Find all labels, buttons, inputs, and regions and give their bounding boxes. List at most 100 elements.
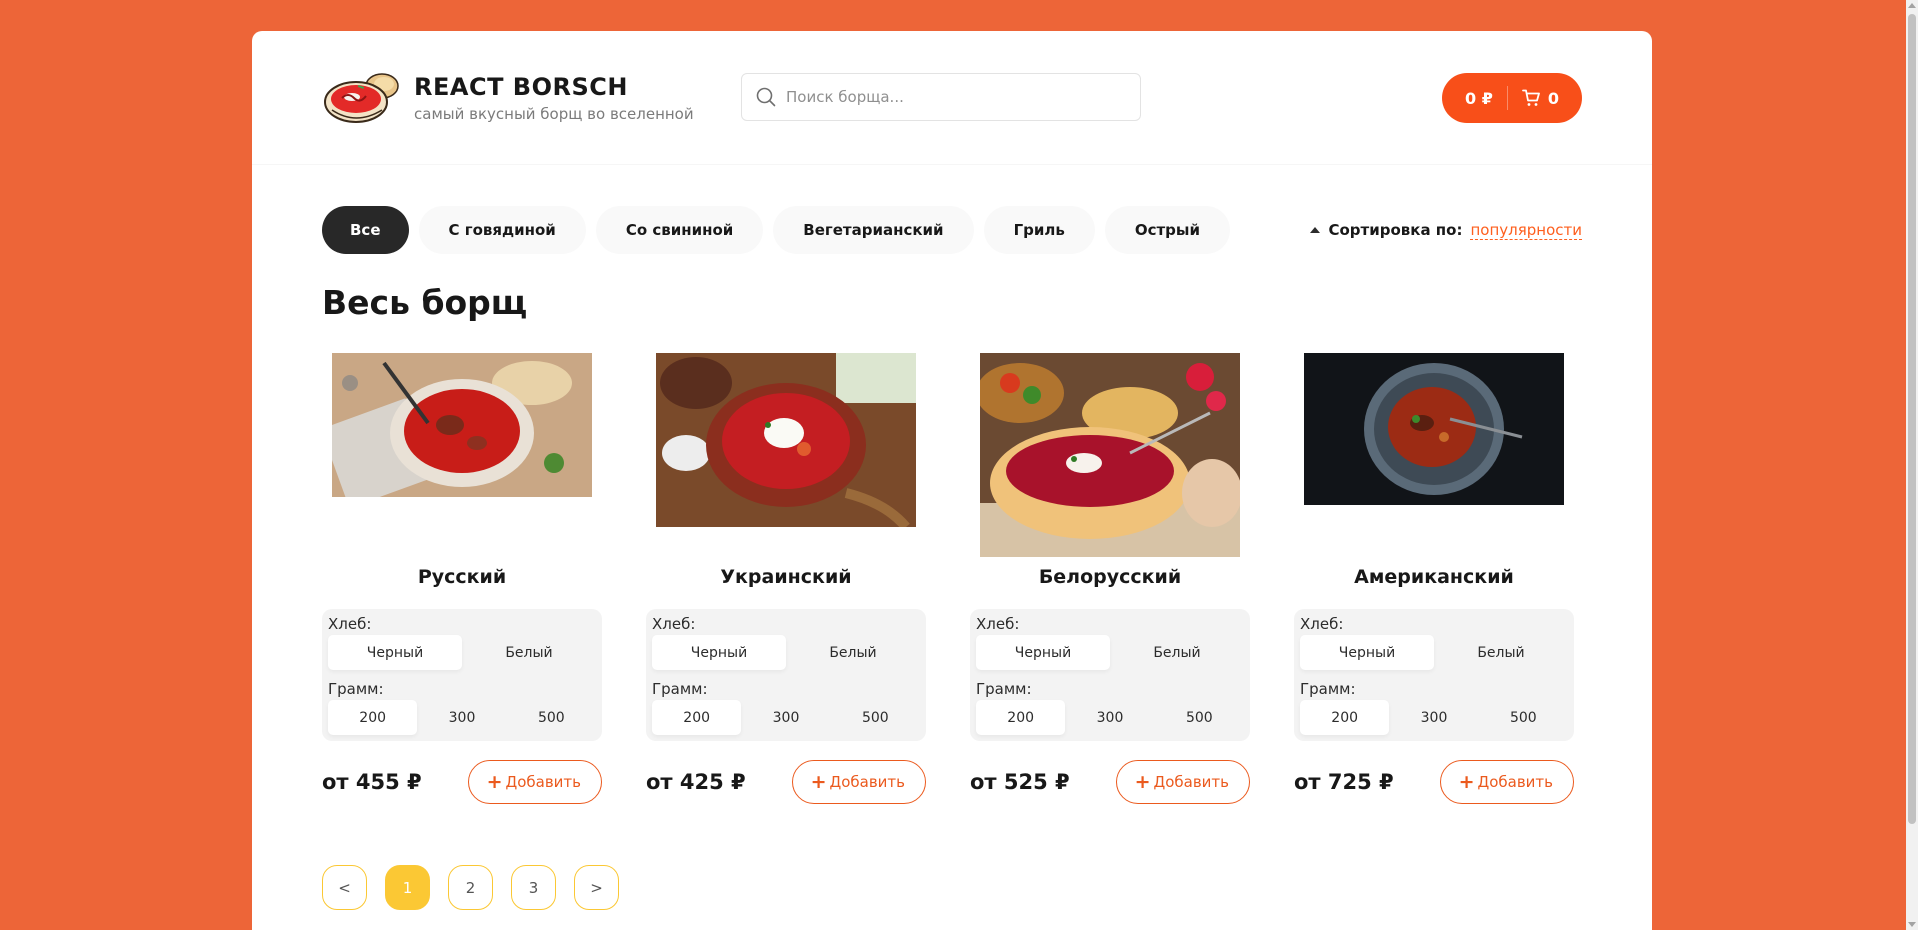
scrollbar-thumb[interactable] [1908,14,1916,824]
product-price: от 525 ₽ [970,770,1070,794]
add-to-cart-button[interactable]: + Добавить [1439,760,1574,804]
plus-icon: + [810,771,827,793]
product-card: Украинский Хлеб: Черный Белый Грамм: 200… [646,353,926,804]
pagination-next-button[interactable]: > [574,865,619,910]
page-scrollbar[interactable] [1906,0,1918,930]
add-to-cart-button[interactable]: + Добавить [1115,760,1250,804]
bread-white-option[interactable]: Белый [1434,635,1568,670]
product-name: Украинский [720,566,852,588]
plus-icon: + [1134,771,1151,793]
product-card: Белорусский Хлеб: Черный Белый Грамм: 20… [970,353,1250,804]
product-image [332,353,592,557]
gram-label: Грамм: [652,680,708,698]
pagination-page-2[interactable]: 2 [448,865,493,910]
belarusian-borsch-image [980,353,1240,557]
gram-300-option[interactable]: 300 [1389,700,1478,735]
product-options: Хлеб: Черный Белый Грамм: 200 300 500 [1294,609,1574,741]
american-borsch-image [1304,353,1564,505]
bread-label: Хлеб: [976,615,1020,633]
search-icon [756,87,776,107]
product-image [656,353,916,557]
gram-300-option[interactable]: 300 [741,700,830,735]
add-label: Добавить [829,773,905,791]
bread-white-option[interactable]: Белый [462,635,596,670]
cart-divider [1506,86,1508,110]
gram-200-option[interactable]: 200 [976,700,1066,735]
search-box[interactable] [741,73,1141,121]
bread-white-option[interactable]: Белый [786,635,920,670]
plus-icon: + [486,771,503,793]
product-name: Белорусский [1038,566,1182,588]
bread-black-option[interactable]: Черный [976,635,1110,670]
category-beef[interactable]: С говядиной [418,206,586,254]
category-vegetarian[interactable]: Вегетарианский [773,206,974,254]
gram-500-option[interactable]: 500 [831,700,920,735]
add-label: Добавить [505,773,581,791]
gram-label: Грамм: [1300,680,1356,698]
gram-300-option[interactable]: 300 [417,700,506,735]
search-input[interactable] [786,88,1126,106]
pagination-page-1[interactable]: 1 [385,865,430,910]
gram-label: Грамм: [328,680,384,698]
bread-black-option[interactable]: Черный [1300,635,1434,670]
borsch-logo-icon [324,72,399,123]
product-options: Хлеб: Черный Белый Грамм: 200 300 500 [646,609,926,741]
logo[interactable]: REACT BORSCH самый вкусный борщ во вселе… [322,70,694,126]
gram-label: Грамм: [976,680,1032,698]
sort: Сортировка по: популярности [1310,221,1582,240]
gram-200-option[interactable]: 200 [328,700,418,735]
bread-black-option[interactable]: Черный [328,635,462,670]
bread-white-option[interactable]: Белый [1110,635,1244,670]
pagination-prev-button[interactable]: < [322,865,367,910]
scroll-down-arrow-icon[interactable] [1908,922,1916,927]
filters-bar: Все С говядиной Со свининой Вегетарианск… [322,206,1582,254]
product-name: Американский [1354,566,1514,588]
cart-price: 0 ₽ [1465,88,1493,108]
gram-500-option[interactable]: 500 [1155,700,1244,735]
product-options: Хлеб: Черный Белый Грамм: 200 300 500 [970,609,1250,741]
sort-label: Сортировка по: [1328,221,1463,239]
scroll-up-arrow-icon[interactable] [1908,3,1916,8]
bread-label: Хлеб: [328,615,372,633]
product-price: от 725 ₽ [1294,770,1394,794]
product-name: Русский [417,566,507,588]
add-to-cart-button[interactable]: + Добавить [467,760,602,804]
sort-value[interactable]: популярности [1470,221,1582,240]
pagination-page-3[interactable]: 3 [511,865,556,910]
logo-title: REACT BORSCH [414,72,628,101]
categories: Все С говядиной Со свининой Вегетарианск… [322,206,1230,254]
product-grid: Русский Хлеб: Черный Белый Грамм: 200 30… [322,353,1602,804]
cart-button[interactable]: 0 ₽ 0 [1442,73,1582,123]
product-card: Русский Хлеб: Черный Белый Грамм: 200 30… [322,353,602,804]
russian-borsch-image [332,353,592,497]
category-pork[interactable]: Со свининой [595,206,764,254]
gram-500-option[interactable]: 500 [507,700,596,735]
sort-arrow-icon [1310,227,1321,233]
category-all[interactable]: Все [322,206,409,254]
add-label: Добавить [1153,773,1229,791]
category-spicy[interactable]: Острый [1104,206,1230,254]
header: REACT BORSCH самый вкусный борщ во вселе… [252,31,1652,165]
pagination: < 1 2 3 > [322,865,619,910]
gram-200-option[interactable]: 200 [1300,700,1390,735]
plus-icon: + [1458,771,1475,793]
add-to-cart-button[interactable]: + Добавить [791,760,926,804]
gram-300-option[interactable]: 300 [1065,700,1154,735]
gram-200-option[interactable]: 200 [652,700,742,735]
product-price: от 425 ₽ [646,770,746,794]
ukrainian-borsch-image [656,353,916,527]
category-grill[interactable]: Гриль [983,206,1095,254]
cart-count: 0 [1547,88,1559,108]
bread-label: Хлеб: [652,615,696,633]
gram-500-option[interactable]: 500 [1479,700,1568,735]
page-container: REACT BORSCH самый вкусный борщ во вселе… [252,31,1652,930]
product-price: от 455 ₽ [322,770,422,794]
bread-black-option[interactable]: Черный [652,635,786,670]
bread-label: Хлеб: [1300,615,1344,633]
product-image [1304,353,1564,557]
product-options: Хлеб: Черный Белый Грамм: 200 300 500 [322,609,602,741]
cart-icon [1521,89,1540,106]
product-card: Американский Хлеб: Черный Белый Грамм: 2… [1294,353,1574,804]
page-title: Весь борщ [322,283,528,322]
product-image [980,353,1240,557]
